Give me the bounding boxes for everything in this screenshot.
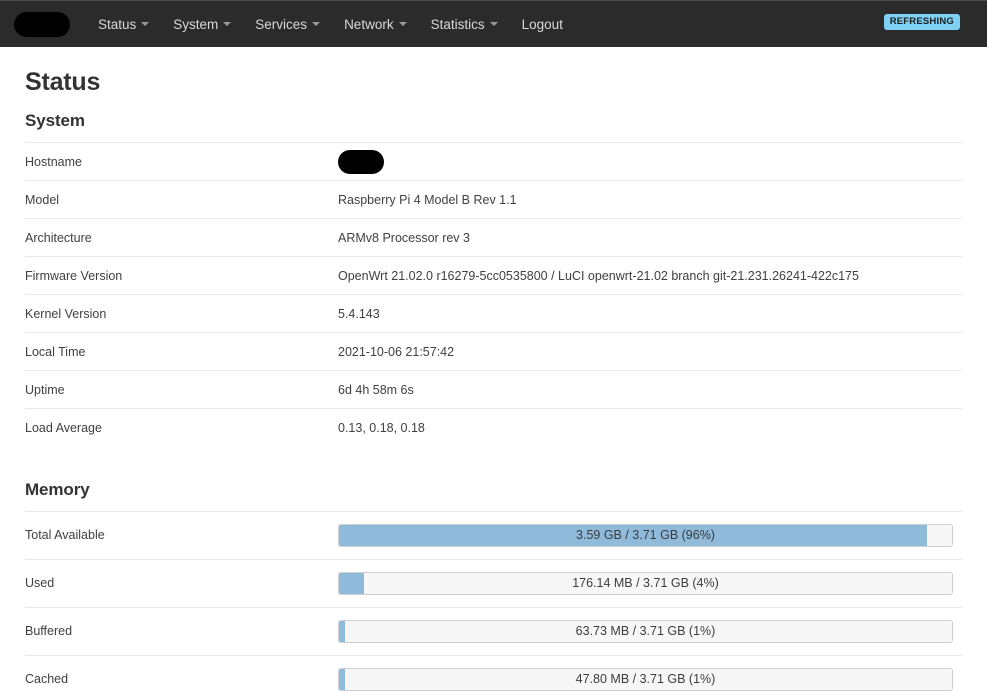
progress-bar-cached: 47.80 MB / 3.71 GB (1%) bbox=[338, 667, 953, 691]
chevron-down-icon bbox=[141, 22, 150, 26]
row-value-local-time: 2021-10-06 21:57:42 bbox=[338, 344, 455, 359]
row-value-firmware-version: OpenWrt 21.02.0 r16279-5cc0535800 / LuCI… bbox=[338, 268, 859, 283]
nav-item-system-label: System bbox=[173, 16, 219, 32]
chevron-down-icon bbox=[223, 22, 232, 26]
table-row: Total Available 3.59 GB / 3.71 GB (96%) bbox=[25, 511, 962, 559]
progress-bar-total-available: 3.59 GB / 3.71 GB (96%) bbox=[338, 523, 953, 547]
table-row: Model Raspberry Pi 4 Model B Rev 1.1 bbox=[25, 180, 962, 219]
table-row: Firmware Version OpenWrt 21.02.0 r16279-… bbox=[25, 256, 962, 295]
row-value-total-available: 3.59 GB / 3.71 GB (96%) bbox=[338, 511, 962, 559]
table-row: Buffered 63.73 MB / 3.71 GB (1%) bbox=[25, 607, 962, 655]
nav-item-system[interactable]: System bbox=[161, 1, 243, 47]
nav-menu: Status System Services Network Statistic… bbox=[86, 1, 575, 47]
row-value-uptime: 6d 4h 58m 6s bbox=[338, 382, 414, 397]
progress-label: 176.14 MB / 3.71 GB (4%) bbox=[572, 576, 719, 590]
progress-label: 63.73 MB / 3.71 GB (1%) bbox=[575, 624, 716, 638]
table-row: Uptime 6d 4h 58m 6s bbox=[25, 370, 962, 409]
row-label-firmware-version: Firmware Version bbox=[25, 268, 123, 283]
row-value-cached: 47.80 MB / 3.71 GB (1%) bbox=[338, 655, 962, 692]
row-label-cached: Cached bbox=[25, 672, 69, 687]
row-label-buffered: Buffered bbox=[25, 624, 73, 638]
row-value-hostname bbox=[338, 143, 962, 181]
nav-item-network-label: Network bbox=[344, 16, 394, 32]
section-title-memory: Memory bbox=[25, 479, 90, 499]
table-row: Architecture ARMv8 Processor rev 3 bbox=[25, 218, 962, 257]
nav-item-status[interactable]: Status bbox=[86, 1, 161, 47]
progress-label: 47.80 MB / 3.71 GB (1%) bbox=[575, 672, 716, 687]
table-row: Load Average 0.13, 0.18, 0.18 bbox=[25, 408, 962, 447]
section-title-system: System bbox=[25, 111, 85, 130]
table-row: Used 176.14 MB / 3.71 GB (4%) bbox=[25, 559, 962, 607]
nav-item-logout-label: Logout bbox=[521, 16, 563, 32]
nav-item-network[interactable]: Network bbox=[332, 1, 419, 47]
system-info-table: Hostname Model Raspberry Pi 4 Model B Re… bbox=[25, 142, 962, 447]
row-label-architecture: Architecture bbox=[25, 230, 92, 245]
row-value-load-average: 0.13, 0.18, 0.18 bbox=[338, 420, 425, 435]
row-label-load-average: Load Average bbox=[25, 420, 102, 435]
page-content: Status System Hostname Model Raspberry P… bbox=[0, 68, 987, 692]
row-label-hostname: Hostname bbox=[25, 154, 82, 169]
nav-item-services[interactable]: Services bbox=[243, 1, 332, 47]
row-label-local-time: Local Time bbox=[25, 344, 86, 359]
nav-item-logout[interactable]: Logout bbox=[510, 1, 575, 47]
row-label-total-available: Total Available bbox=[25, 528, 105, 542]
row-value-buffered: 63.73 MB / 3.71 GB (1%) bbox=[338, 607, 962, 655]
top-navbar: Status System Services Network Statistic… bbox=[0, 0, 987, 47]
row-label-used: Used bbox=[25, 576, 55, 590]
nav-item-statistics[interactable]: Statistics bbox=[419, 1, 510, 47]
hostname-logo-redacted[interactable] bbox=[14, 11, 70, 37]
row-value-used: 176.14 MB / 3.71 GB (4%) bbox=[338, 559, 962, 607]
row-label-model: Model bbox=[25, 192, 60, 207]
hostname-value-redacted bbox=[338, 149, 384, 174]
row-label-kernel-version: Kernel Version bbox=[25, 306, 107, 321]
progress-label: 3.59 GB / 3.71 GB (96%) bbox=[576, 528, 715, 542]
row-value-model: Raspberry Pi 4 Model B Rev 1.1 bbox=[338, 192, 517, 207]
page-title: Status bbox=[25, 68, 101, 96]
chevron-down-icon bbox=[489, 22, 498, 26]
row-value-kernel-version: 5.4.143 bbox=[338, 306, 380, 321]
row-value-architecture: ARMv8 Processor rev 3 bbox=[338, 230, 470, 245]
row-label-uptime: Uptime bbox=[25, 382, 65, 397]
chevron-down-icon bbox=[312, 22, 321, 26]
progress-bar-buffered: 63.73 MB / 3.71 GB (1%) bbox=[338, 619, 953, 643]
table-row: Kernel Version 5.4.143 bbox=[25, 294, 962, 333]
nav-item-status-label: Status bbox=[98, 16, 137, 32]
progress-bar-used: 176.14 MB / 3.71 GB (4%) bbox=[338, 571, 953, 595]
table-row: Cached 47.80 MB / 3.71 GB (1%) bbox=[25, 655, 962, 692]
table-row: Hostname bbox=[25, 142, 962, 181]
memory-info-table: Total Available 3.59 GB / 3.71 GB (96%) … bbox=[25, 511, 962, 692]
refreshing-status-badge[interactable]: REFRESHING bbox=[883, 14, 960, 30]
table-row: Local Time 2021-10-06 21:57:42 bbox=[25, 332, 962, 371]
nav-item-services-label: Services bbox=[255, 16, 308, 32]
chevron-down-icon bbox=[398, 22, 407, 26]
nav-item-statistics-label: Statistics bbox=[430, 16, 485, 32]
